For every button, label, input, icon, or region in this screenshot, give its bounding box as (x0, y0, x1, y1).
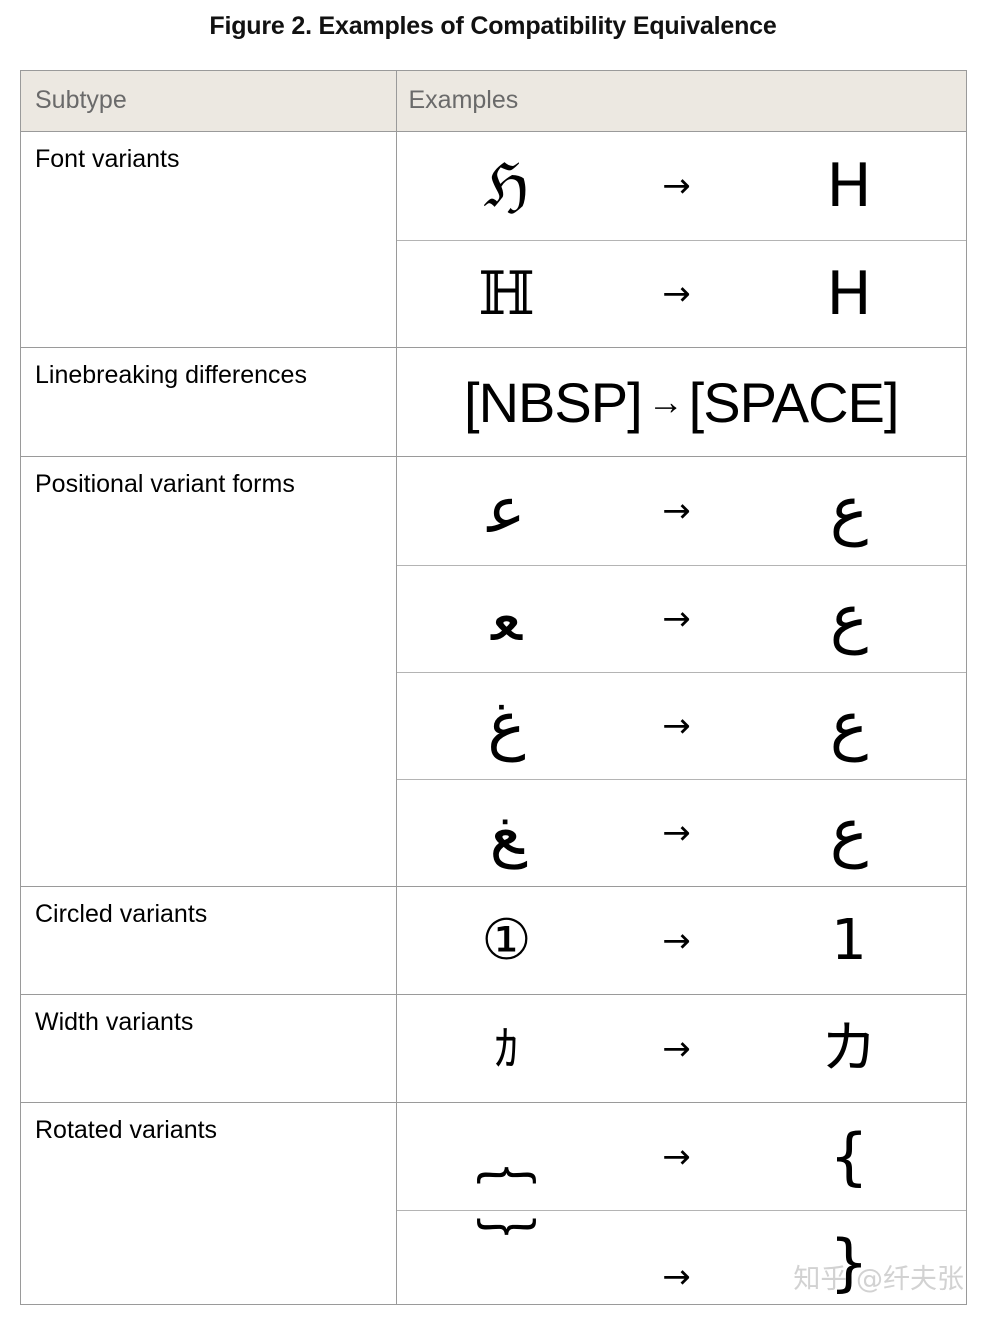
arrow-icon: → (662, 166, 691, 206)
example-row: ﻌ → ع (396, 565, 966, 672)
example-target-glyph: 1 (831, 907, 867, 973)
compatibility-equivalence-table: Subtype Examples Font variants ℌ → H ℍ →… (20, 70, 967, 1305)
examples-cell: [NBSP] → [SPACE] (396, 347, 967, 457)
arrow-icon: → (662, 813, 691, 853)
figure-title: Figure 2. Examples of Compatibility Equi… (209, 12, 777, 40)
table-row: Linebreaking differences [NBSP] → [SPACE… (21, 347, 967, 457)
example-target-glyph: H (826, 259, 872, 329)
example-source-glyph: ﻍ (487, 689, 526, 763)
examples-cell: ℌ → H ℍ → H (396, 131, 967, 348)
row-label-linebreaking-differences: Linebreaking differences (21, 347, 397, 457)
table-header-row: Subtype Examples (21, 71, 966, 132)
row-label-circled-variants: Circled variants (21, 886, 397, 995)
arrow-icon: → (662, 1028, 691, 1069)
example-row: ﻋ → ع (397, 457, 967, 565)
example-row: ℍ → H (396, 240, 966, 347)
column-header-examples: Examples (396, 71, 966, 132)
example-source-glyph: ﻋ (487, 474, 526, 548)
example-row: ﻎ → ع (396, 779, 966, 886)
row-label-rotated-variants: Rotated variants (21, 1102, 397, 1304)
table-row: Circled variants ① → 1 (21, 886, 967, 995)
table-row: Rotated variants ︷ → { ︸ → } (21, 1102, 967, 1304)
example-row: ℌ → H (397, 132, 967, 240)
example-list: ﻋ → ع ﻌ → ع ﻍ → ع ﻎ → ع (396, 457, 967, 886)
example-source-glyph: ① (481, 907, 532, 973)
example-source-glyph: ℌ (483, 151, 530, 221)
example-row: ︸ → } (396, 1210, 966, 1304)
examples-cell: ﻋ → ع ﻌ → ع ﻍ → ع ﻎ → ع (396, 456, 967, 887)
arrow-icon: → (662, 1257, 691, 1297)
example-target-glyph: カ (821, 1015, 877, 1081)
example-list: ︷ → { ︸ → } (396, 1103, 967, 1304)
arrow-icon: → (662, 1136, 691, 1177)
arrow-icon: → (662, 491, 691, 531)
arrow-icon: → (662, 920, 691, 961)
example-source-glyph: ﻎ (489, 796, 524, 870)
example-source-text: [NBSP] (464, 370, 643, 434)
arrow-icon: → (662, 274, 691, 314)
example-target-glyph: ع (829, 796, 869, 870)
table-row: Font variants ℌ → H ℍ → H (21, 131, 967, 348)
example-row: ｶ → カ (397, 995, 967, 1102)
example-list: ℌ → H ℍ → H (396, 132, 967, 347)
arrow-icon: → (647, 381, 684, 422)
example-row: ① → 1 (397, 887, 967, 994)
example-target-glyph: { (829, 1119, 869, 1193)
example-source-glyph: ︸ (475, 1213, 538, 1286)
example-row: ︷ → { (397, 1103, 967, 1210)
example-target-text: [SPACE] (688, 370, 900, 434)
example-row: ﻍ → ع (396, 672, 966, 779)
example-row: [NBSP] → [SPACE] (397, 348, 967, 456)
examples-cell: ︷ → { ︸ → } (396, 1102, 967, 1304)
examples-cell: ｶ → カ (396, 994, 967, 1103)
row-label-positional-variant-forms: Positional variant forms (21, 456, 397, 887)
column-header-subtype: Subtype (21, 71, 397, 132)
table-body: Subtype Examples Font variants ℌ → H ℍ →… (21, 71, 966, 1304)
example-source-glyph: ﻌ (491, 582, 522, 656)
example-source-glyph: ｶ (494, 1020, 519, 1077)
example-target-glyph: ع (829, 474, 869, 548)
example-source-glyph: ℍ (478, 259, 535, 329)
row-label-width-variants: Width variants (21, 994, 397, 1103)
example-source-glyph: ︷ (475, 1119, 538, 1193)
example-target-glyph: ع (829, 582, 869, 656)
arrow-icon: → (662, 706, 691, 746)
example-target-glyph: H (826, 151, 872, 221)
row-label-font-variants: Font variants (21, 131, 397, 348)
examples-cell: ① → 1 (396, 886, 967, 995)
table-row: Width variants ｶ → カ (21, 994, 967, 1103)
example-target-glyph: } (829, 1226, 869, 1299)
arrow-icon: → (662, 599, 691, 639)
example-target-glyph: ع (829, 689, 869, 763)
table-row: Positional variant forms ﻋ → ع ﻌ → ع ﻍ →… (21, 456, 967, 887)
